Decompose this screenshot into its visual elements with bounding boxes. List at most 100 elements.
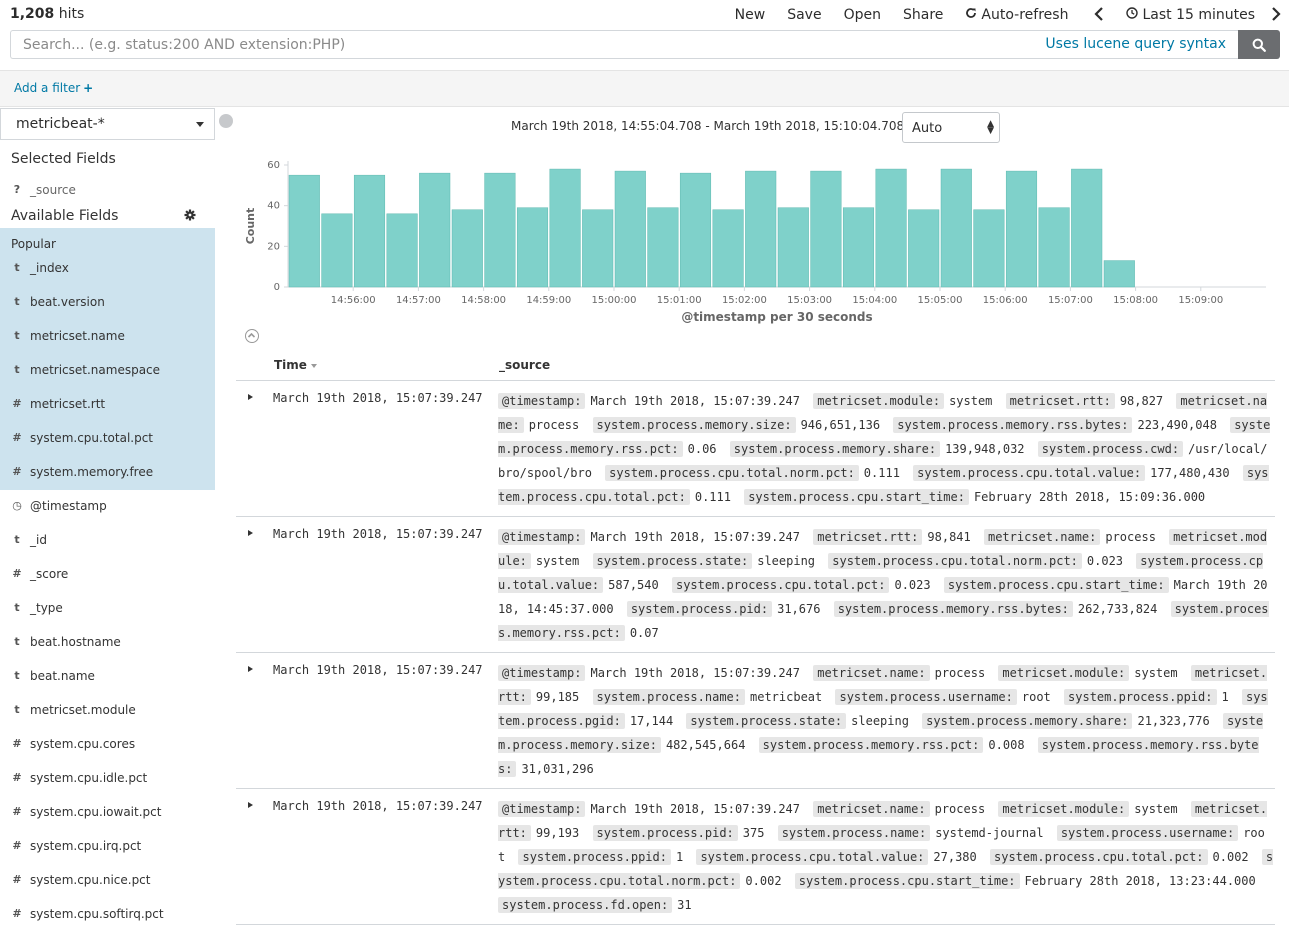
x-tick-label: 15:00:00 <box>592 295 637 306</box>
chevron-right-icon[interactable] <box>1271 6 1281 25</box>
histogram-bar <box>419 172 451 288</box>
histogram-bar <box>679 172 712 288</box>
source-field-value: 375 <box>742 826 765 840</box>
gear-icon[interactable] <box>184 209 196 221</box>
collapse-chart-icon[interactable] <box>245 329 259 343</box>
clock-icon <box>1126 7 1139 23</box>
field-item[interactable]: # _score <box>0 558 215 592</box>
field-type-icon: t <box>14 533 20 546</box>
source-field-value: metricbeat <box>750 690 823 704</box>
field-type-icon: # <box>12 907 22 920</box>
field-item[interactable]: # system.memory.free <box>0 456 215 490</box>
field-name: _type <box>30 601 63 615</box>
source-field-value: 177,480,430 <box>1150 466 1230 480</box>
field-item[interactable]: # system.cpu.idle.pct <box>0 762 215 796</box>
field-name: metricset.rtt <box>30 397 106 411</box>
field-item[interactable]: # system.cpu.nice.pct <box>0 864 215 898</box>
field-item[interactable]: # system.cpu.iowait.pct <box>0 796 215 830</box>
chevron-left-icon[interactable] <box>1094 6 1104 25</box>
source-field-key: system.process.state: <box>592 553 753 569</box>
hits-counter: 1,208 hits <box>10 6 84 22</box>
histogram-bar <box>288 174 320 288</box>
add-filter-button[interactable]: Add a filter + <box>14 81 93 95</box>
share-button[interactable]: Share <box>903 7 943 23</box>
source-field-value: 0.008 <box>988 738 1025 752</box>
field-name: beat.hostname <box>30 635 121 649</box>
collapse-sidebar-icon[interactable] <box>219 114 233 128</box>
lucene-syntax-link[interactable]: Uses lucene query syntax <box>1039 36 1226 52</box>
histogram-bar <box>940 168 972 288</box>
field-name: @timestamp <box>30 499 107 513</box>
histogram-bar <box>842 207 875 288</box>
field-name: _source <box>30 183 76 197</box>
new-button[interactable]: New <box>735 7 766 23</box>
field-item[interactable]: t metricset.namespace <box>0 354 215 388</box>
source-field-key: metricset.module: <box>813 393 945 409</box>
source-field-value: 21,323,776 <box>1137 714 1210 728</box>
row-time: March 19th 2018, 15:07:39.247 <box>273 663 483 677</box>
histogram-bar <box>516 207 549 288</box>
search-icon <box>1252 38 1266 52</box>
field-item[interactable]: # system.cpu.cores <box>0 728 215 762</box>
field-type-icon: t <box>14 295 20 308</box>
index-pattern-value: metricbeat-* <box>16 116 105 132</box>
field-item[interactable]: # system.cpu.softirq.pct <box>0 898 215 932</box>
time-picker-button[interactable]: Last 15 minutes <box>1126 7 1255 23</box>
plus-icon: + <box>83 81 94 95</box>
field-item[interactable]: # metricset.rtt <box>0 388 215 422</box>
search-button[interactable] <box>1238 30 1280 59</box>
field-item[interactable]: t _index <box>0 252 215 286</box>
x-tick-label: 15:04:00 <box>852 295 897 306</box>
field-item[interactable]: # system.cpu.irq.pct <box>0 830 215 864</box>
source-field-value: systemd-journal <box>935 826 1044 840</box>
source-field-value: system <box>1134 666 1178 680</box>
source-field-value: system <box>1134 802 1178 816</box>
field-item[interactable]: t metricset.name <box>0 320 215 354</box>
field-item[interactable]: ◷ @timestamp <box>0 490 215 524</box>
source-field-key: metricset.name: <box>983 529 1101 545</box>
histogram-bar <box>484 172 516 288</box>
row-time: March 19th 2018, 15:07:39.247 <box>273 527 483 541</box>
field-name: system.cpu.iowait.pct <box>30 805 162 819</box>
index-pattern-select[interactable]: metricbeat-* <box>0 108 215 140</box>
source-field-key: system.process.pid: <box>592 825 738 841</box>
field-item[interactable]: t _id <box>0 524 215 558</box>
field-item[interactable]: t _type <box>0 592 215 626</box>
selected-field-source[interactable]: ? _source <box>0 174 215 208</box>
y-tick-label: 40 <box>267 201 280 212</box>
field-type-icon: # <box>12 873 22 886</box>
histogram-bar <box>614 170 646 288</box>
main-panel: March 19th 2018, 14:55:04.708 - March 19… <box>219 108 1289 940</box>
expand-row-icon[interactable] <box>248 666 253 672</box>
field-item[interactable]: t beat.hostname <box>0 626 215 660</box>
interval-select[interactable]: Auto ▲ ▼ <box>902 112 1000 143</box>
expand-row-icon[interactable] <box>248 802 253 808</box>
field-type-icon: t <box>14 703 20 716</box>
x-tick-label: 14:57:00 <box>396 295 441 306</box>
x-tick-label: 15:09:00 <box>1178 295 1223 306</box>
source-field-key: system.process.memory.share: <box>922 713 1133 729</box>
field-item[interactable]: t beat.version <box>0 286 215 320</box>
field-item[interactable]: t metricset.module <box>0 694 215 728</box>
time-column-header[interactable]: Time <box>274 358 317 372</box>
save-button[interactable]: Save <box>787 7 821 23</box>
source-field-key: system.process.ppid: <box>1064 689 1217 705</box>
source-field-key: metricset.name: <box>813 665 930 681</box>
field-item[interactable]: # system.cpu.total.pct <box>0 422 215 456</box>
hits-count: 1,208 <box>10 6 55 22</box>
source-field-value: February 28th 2018, 15:09:36.000 <box>973 490 1206 504</box>
source-field-key: system.process.memory.rss.pct: <box>758 737 984 753</box>
sort-down-icon[interactable] <box>310 363 317 368</box>
source-field-key: system.process.cpu.total.pct: <box>671 577 890 593</box>
expand-row-icon[interactable] <box>248 530 253 536</box>
expand-row-icon[interactable] <box>248 394 253 400</box>
table-row: March 19th 2018, 15:07:39.247 @timestamp:… <box>236 789 1275 925</box>
auto-refresh-button[interactable]: Auto-refresh <box>965 7 1068 23</box>
source-field-value: March 19th 2018, 15:07:39.247 <box>590 394 800 408</box>
open-button[interactable]: Open <box>844 7 881 23</box>
field-item[interactable]: t beat.name <box>0 660 215 694</box>
x-tick-label: 14:59:00 <box>526 295 571 306</box>
source-field-key: @timestamp: <box>498 665 586 681</box>
field-name: beat.version <box>30 295 105 309</box>
histogram-bar <box>810 170 842 288</box>
